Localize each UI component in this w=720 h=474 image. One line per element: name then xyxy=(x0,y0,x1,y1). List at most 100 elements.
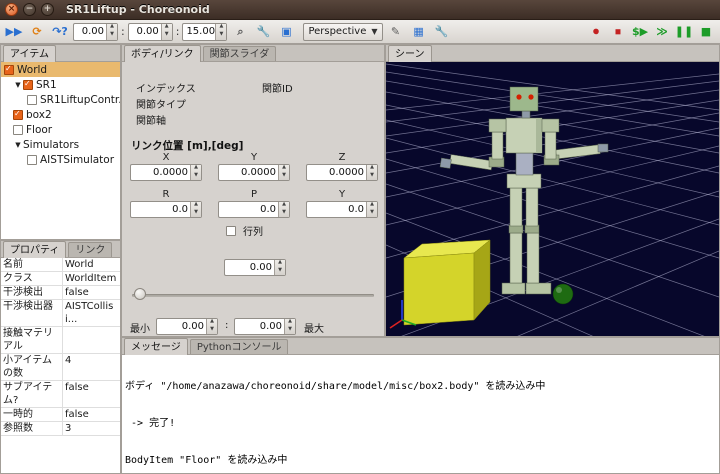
robot-right-thigh xyxy=(526,188,538,226)
projection-select[interactable]: Perspective ▼ xyxy=(303,23,382,41)
update-pose-icon[interactable]: ↷? xyxy=(50,22,70,41)
property-row: 名前 World xyxy=(1,258,120,272)
item-checkbox[interactable] xyxy=(27,95,37,105)
spin-arrows[interactable]: ▲▼ xyxy=(278,165,289,180)
resume-simulation-icon[interactable]: ≫ xyxy=(652,22,672,41)
items-tabbar: アイテム xyxy=(1,45,120,62)
play-forward-icon[interactable]: ▶▶ xyxy=(4,22,24,41)
robot-left-thigh xyxy=(510,188,522,226)
joint-id-label: 関節ID xyxy=(262,80,293,95)
spin-arrows[interactable]: ▲▼ xyxy=(206,319,217,334)
tab-python-console[interactable]: Pythonコンソール xyxy=(190,339,289,354)
robot-left-foot xyxy=(502,283,525,294)
tab-link[interactable]: リンク xyxy=(68,242,112,257)
spin-arrows[interactable]: ▲▼ xyxy=(190,165,201,180)
x-axis-label: X xyxy=(130,152,202,163)
tree-item-world[interactable]: World xyxy=(1,62,120,77)
yellow-box[interactable] xyxy=(404,240,490,325)
tree-item-simulators[interactable]: ▼ Simulators xyxy=(1,137,120,152)
scene-3d-view[interactable] xyxy=(386,62,719,336)
yaw-spinbox[interactable]: 0.0 ▲▼ xyxy=(306,201,378,218)
tab-body-link[interactable]: ボディ/リンク xyxy=(124,45,201,62)
slider-handle[interactable] xyxy=(134,288,146,300)
spin-arrows[interactable]: ▲▼ xyxy=(366,202,377,217)
spin-arrows[interactable]: ▲▼ xyxy=(366,165,377,180)
properties-panel: プロパティ リンク 名前 World クラス WorldItem 干渉検出 fa… xyxy=(0,240,121,474)
item-checkbox[interactable] xyxy=(27,155,37,165)
item-tree[interactable]: World ▼ SR1 SR1LiftupContr... box2 Floor… xyxy=(1,62,120,239)
spin-arrows[interactable]: ▲▼ xyxy=(106,24,117,40)
spin-arrows[interactable]: ▲▼ xyxy=(278,202,289,217)
tab-joint-slider[interactable]: 関節スライダ xyxy=(203,46,277,61)
tree-item-sr1liftupcontroller[interactable]: SR1LiftupContr... xyxy=(1,92,120,107)
z-position-spinbox[interactable]: 0.0000 ▲▼ xyxy=(306,164,378,181)
tree-item-sr1[interactable]: ▼ SR1 xyxy=(1,77,120,92)
minimize-button[interactable]: − xyxy=(23,3,36,16)
collision-grid-icon[interactable]: ▦ xyxy=(409,22,429,41)
scene-edit-icon[interactable]: ▣ xyxy=(276,22,296,41)
tree-item-floor[interactable]: Floor xyxy=(1,122,120,137)
wrench-icon[interactable]: 🔧 xyxy=(253,22,273,41)
start-simulation-icon[interactable]: $▶ xyxy=(630,22,650,41)
zoom-icon[interactable]: ⌕ xyxy=(230,22,250,41)
tree-item-box2[interactable]: box2 xyxy=(1,107,120,122)
maximize-button[interactable]: + xyxy=(41,3,54,16)
tab-items[interactable]: アイテム xyxy=(3,45,56,62)
joint-slider[interactable] xyxy=(132,288,374,302)
spin-arrows[interactable]: ▲▼ xyxy=(190,202,201,217)
measure-icon[interactable]: ✎ xyxy=(386,22,406,41)
matrix-checkbox-row[interactable]: 行列 xyxy=(226,223,263,238)
collision-toggle-icon[interactable]: ⏹ xyxy=(608,22,628,41)
time-current-spinbox[interactable]: 0.00 ▲▼ xyxy=(73,23,118,41)
tool-icon[interactable]: 🔧 xyxy=(432,22,452,41)
tab-message[interactable]: メッセージ xyxy=(124,338,188,355)
item-checkbox[interactable] xyxy=(23,80,33,90)
property-row: 参照数 3 xyxy=(1,422,120,436)
range-min-spinbox[interactable]: 0.00 ▲▼ xyxy=(156,318,218,335)
item-checkbox[interactable] xyxy=(4,65,14,75)
time-end-value: 15.00 xyxy=(183,24,215,40)
time-start-value: 0.00 xyxy=(129,24,161,40)
y-position-spinbox[interactable]: 0.0000 ▲▼ xyxy=(218,164,290,181)
joint-type-label: 関節タイプ xyxy=(136,96,186,111)
titlebar[interactable]: × − + SR1Liftup - Choreonoid xyxy=(0,0,720,20)
close-button[interactable]: × xyxy=(5,3,18,16)
spin-arrows[interactable]: ▲▼ xyxy=(284,319,295,334)
spin-arrows[interactable]: ▲▼ xyxy=(274,260,285,275)
range-max-spinbox[interactable]: 0.00 ▲▼ xyxy=(234,318,296,335)
z-axis-label: Z xyxy=(306,152,378,163)
green-ball[interactable] xyxy=(553,284,573,304)
window-title: SR1Liftup - Choreonoid xyxy=(66,3,210,16)
robot-left-hand xyxy=(440,158,451,168)
robot-right-foot xyxy=(526,283,551,294)
refresh-icon[interactable]: ⟳ xyxy=(27,22,47,41)
item-checkbox[interactable] xyxy=(13,110,23,120)
pitch-spinbox[interactable]: 0.0 ▲▼ xyxy=(218,201,290,218)
property-table[interactable]: 名前 World クラス WorldItem 干渉検出 false 干渉検出器 … xyxy=(1,258,120,473)
matrix-checkbox[interactable] xyxy=(226,226,236,236)
spin-arrows[interactable]: ▲▼ xyxy=(161,24,172,40)
tree-item-aistsimulator[interactable]: AISTSimulator xyxy=(1,152,120,167)
tab-scene[interactable]: シーン xyxy=(388,45,432,62)
x-position-spinbox[interactable]: 0.0000 ▲▼ xyxy=(130,164,202,181)
time-start-spinbox[interactable]: 0.00 ▲▼ xyxy=(128,23,173,41)
record-icon[interactable]: ⏺ xyxy=(586,22,606,41)
robot-right-eye xyxy=(528,94,533,99)
time-end-spinbox[interactable]: 15.00 ▲▼ xyxy=(182,23,227,41)
body-link-tabbar: ボディ/リンク 関節スライダ xyxy=(122,45,384,62)
roll-spinbox[interactable]: 0.0 ▲▼ xyxy=(130,201,202,218)
expander-icon[interactable]: ▼ xyxy=(13,81,23,89)
tab-properties[interactable]: プロパティ xyxy=(3,241,66,258)
message-log[interactable]: ボディ "/home/anazawa/choreonoid/share/mode… xyxy=(122,355,719,473)
pause-simulation-icon[interactable]: ❚❚ xyxy=(674,22,694,41)
property-row: 一時的 false xyxy=(1,408,120,422)
item-checkbox[interactable] xyxy=(13,125,23,135)
time-current-value: 0.00 xyxy=(74,24,106,40)
slider-groove xyxy=(132,294,374,297)
spin-arrows[interactable]: ▲▼ xyxy=(215,24,226,40)
robot-right-shin xyxy=(527,233,539,283)
tree-item-label: box2 xyxy=(26,109,52,121)
expander-icon[interactable]: ▼ xyxy=(13,141,23,149)
stop-simulation-icon[interactable]: ■ xyxy=(696,22,716,41)
joint-value-spinbox[interactable]: 0.00 ▲▼ xyxy=(224,259,286,276)
